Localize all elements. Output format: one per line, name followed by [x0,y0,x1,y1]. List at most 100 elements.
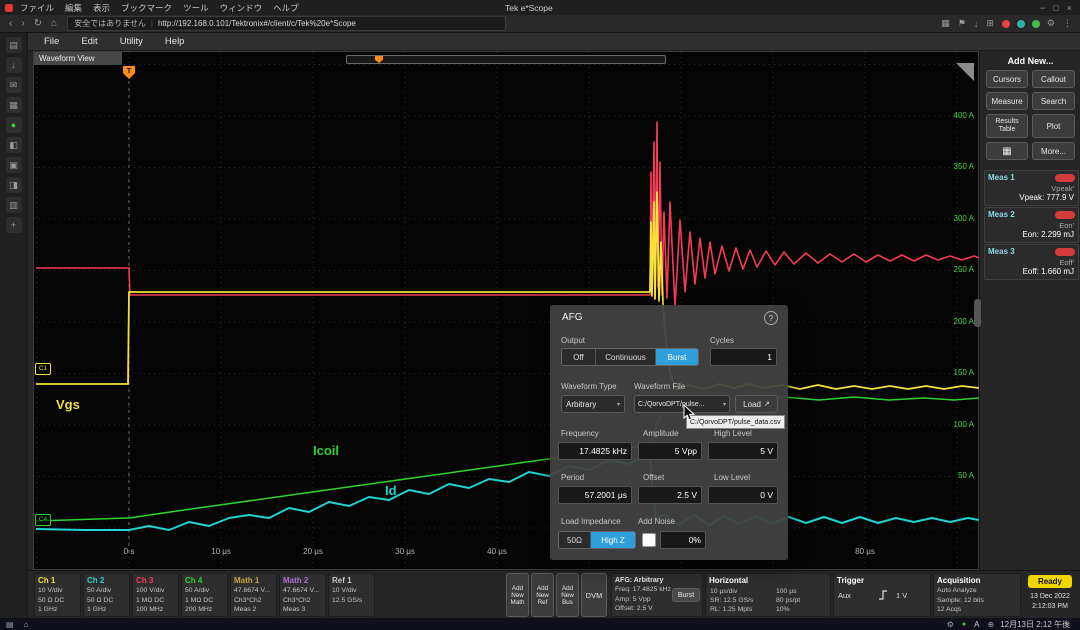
pan-zoom-track[interactable] [346,55,666,64]
reload-icon[interactable]: ↻ [34,18,42,29]
menu-view[interactable]: 表示 [93,2,110,14]
menu-dots-icon[interactable]: ⋮ [1063,18,1072,29]
add-new-ref-button[interactable]: AddNewRef [531,573,554,617]
scope-menu-help[interactable]: Help [165,36,185,47]
load-button[interactable]: Load ↗ [735,395,778,413]
extensions-icon[interactable]: ⊞ [986,18,994,29]
math1-badge[interactable]: Math 1 47.6674 V... Ch3*Ch2 Meas 2 [230,573,277,617]
menu-help[interactable]: ヘルプ [273,2,299,14]
measurement-badge-3[interactable]: Meas 3 Eoff' Eoff: 1.660 mJ [984,244,1079,280]
ch1-ground-marker[interactable]: C1 [35,363,51,375]
menu-file[interactable]: ファイル [20,2,54,14]
menu-window[interactable]: ウィンドウ [220,2,263,14]
ch4-ground-marker[interactable]: C4 [35,514,51,526]
add-new-math-button[interactable]: AddNewMath [506,573,529,617]
ime-indicator[interactable]: A [974,620,979,629]
profile-avatar-2[interactable] [1017,20,1025,28]
afg-dialog[interactable]: AFG ? Output Cycles Off Continuous Burst… [550,305,788,560]
waveform-view[interactable]: Waveform View T C1 C4 Vgs Icoil Id 400 A… [33,51,979,570]
output-burst-button[interactable]: Burst [656,349,698,365]
minimize-icon[interactable]: − [1040,3,1045,13]
low-level-field[interactable]: 0 V [708,486,778,504]
security-label[interactable]: 安全ではありません [74,18,146,29]
downloads-icon[interactable]: ↓ [6,57,22,73]
callout-button[interactable]: Callout [1032,70,1075,88]
scope-menu-edit[interactable]: Edit [81,36,97,47]
acquisition-badge[interactable]: Acquisition Auto Analyze Sample: 12 bits… [933,573,1021,617]
add-noise-checkbox[interactable] [642,533,656,547]
tray-gear-icon[interactable]: ⚙ [947,620,954,629]
tiles-icon[interactable]: ▦ [941,18,950,29]
measure-button[interactable]: Measure [986,92,1028,110]
plot-button[interactable]: Plot [1032,114,1075,138]
profile-avatar-1[interactable] [1002,20,1010,28]
home-icon[interactable]: ⌂ [51,18,57,29]
menu-bookmarks[interactable]: ブックマーク [121,2,172,14]
cycles-field[interactable]: 1 [710,348,777,366]
pan-position-marker[interactable] [375,56,383,63]
scope-menu-utility[interactable]: Utility [120,36,143,47]
impedance-highz-button[interactable]: High Z [591,532,635,548]
panel-toggle-icon[interactable]: ▤ [6,37,22,53]
profile-avatar-3[interactable] [1032,20,1040,28]
results-table-button[interactable]: Results Table [986,114,1028,138]
output-off-button[interactable]: Off [562,349,596,365]
table-icon-button[interactable]: ▦ [986,142,1028,160]
waveform-type-select[interactable]: Arbitrary ▾ [561,395,625,413]
web-panel-icon-4[interactable]: ▥ [6,197,22,213]
trace-ch4-icoil[interactable] [36,397,979,521]
trigger-badge[interactable]: Trigger Aux 1 V [833,573,931,617]
measurement-badge-1[interactable]: Meas 1 Vpeak' Vpeak: 777.9 V [984,170,1079,206]
search-button[interactable]: Search [1032,92,1075,110]
channel-badge-ch3[interactable]: Ch 3 100 V/div 1 MΩ DC 100 MHz [132,573,179,617]
download-icon[interactable]: ↓ [974,19,979,29]
channel-badge-ch4[interactable]: Ch 4 50 A/div 1 MΩ DC 200 MHz [181,573,228,617]
high-level-field[interactable]: 5 V [708,442,778,460]
add-new-bus-button[interactable]: AddNewBus [556,573,579,617]
more-button[interactable]: More... [1032,142,1075,160]
impedance-50ohm-button[interactable]: 50Ω [559,532,591,548]
afg-burst-button[interactable]: Burst [672,588,700,602]
gear-icon[interactable]: ⚙ [1047,18,1055,29]
trace-ch3-vds[interactable] [36,122,979,307]
calendar-icon[interactable]: ▦ [6,97,22,113]
menu-tools[interactable]: ツール [183,2,209,14]
ref1-badge[interactable]: Ref 1 10 V/div 12.5 GS/s [328,573,375,617]
waveform-file-select[interactable]: C:/QorvoDPT/pulse... ▾ [634,395,730,413]
math2-badge[interactable]: Math 2 47.6674 V... Ch3*Ch2 Meas 3 [279,573,326,617]
waveform-view-tab[interactable]: Waveform View [34,52,122,65]
meas-source-pill[interactable] [1055,211,1075,219]
web-panel-icon-1[interactable]: ◧ [6,137,22,153]
output-continuous-button[interactable]: Continuous [596,349,656,365]
period-field[interactable]: 57.2001 μs [558,486,632,504]
amplitude-field[interactable]: 5 Vpp [638,442,702,460]
measurement-badge-2[interactable]: Meas 2 Eon' Eon: 2.299 mJ [984,207,1079,243]
dvm-button[interactable]: DVM [581,573,607,617]
channel-badge-ch2[interactable]: Ch 2 50 A/div 50 Ω DC 1 GHz [83,573,130,617]
frequency-field[interactable]: 17.4825 kHz [558,442,632,460]
taskbar-menu-icon[interactable]: ▤ [6,620,14,629]
trace-ch1-vgs[interactable] [36,192,979,390]
back-icon[interactable]: ‹ [9,18,12,29]
flag-icon[interactable]: ⚑ [958,18,966,29]
menu-edit[interactable]: 編集 [65,2,82,14]
noise-percent-field[interactable]: 0% [660,531,706,549]
taskbar-clock[interactable]: 12月13日 2:12 午後 [1000,619,1070,630]
add-panel-icon[interactable]: + [6,217,22,233]
horizontal-badge[interactable]: Horizontal 10 μs/div 100 μs SR: 12.5 GS/… [705,573,831,617]
meas-source-pill[interactable] [1055,174,1075,182]
web-panel-icon-2[interactable]: ▣ [6,157,22,173]
tray-plus-icon[interactable]: ⊕ [987,620,994,629]
web-panel-icon-3[interactable]: ◨ [6,177,22,193]
afg-badge[interactable]: AFG: Arbitrary Freq: 17.4825 kHz Amp: 5 … [611,573,703,617]
taskbar-home-icon[interactable]: ⌂ [24,620,29,629]
status-dot-icon[interactable]: ● [6,117,22,133]
close-icon[interactable]: × [1067,3,1072,13]
channel-badge-ch1[interactable]: Ch 1 10 V/div 50 Ω DC 1 GHz [34,573,81,617]
address-bar[interactable]: 安全ではありません | http://192.168.0.101/Tektron… [67,16,506,31]
forward-icon[interactable]: › [21,18,24,29]
maximize-icon[interactable]: □ [1053,3,1058,13]
waveform-canvas[interactable] [34,52,980,571]
meas-source-pill[interactable] [1055,248,1075,256]
offset-field[interactable]: 2.5 V [638,486,702,504]
